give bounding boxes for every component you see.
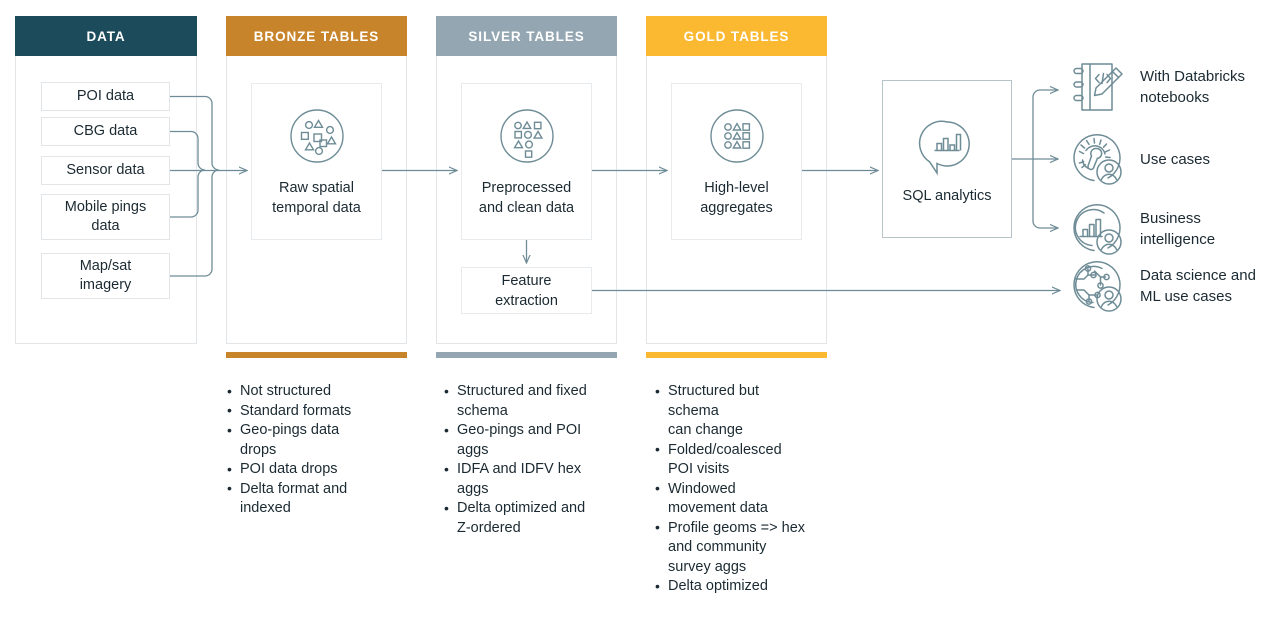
output-label: Use cases	[1140, 150, 1211, 168]
output-label: Business intelligence	[1140, 210, 1216, 248]
source-box-mobile-pings[interactable]: Mobile pings data	[41, 194, 170, 240]
list-item: Structured and fixed schema	[443, 382, 633, 421]
source-box-label: Sensor data	[66, 162, 145, 178]
output-business-intelligence[interactable]: Business intelligence	[1068, 200, 1215, 258]
card-bronze[interactable]: Raw spatial temporal data	[251, 83, 382, 240]
wire-sql-to-bi	[1032, 159, 1058, 228]
column-header-data: DATA	[15, 16, 197, 56]
notebook-code-pencil-icon	[1068, 58, 1128, 116]
list-item: Folded/coalesced POI visits	[654, 440, 844, 480]
source-box-cbg[interactable]: CBG data	[41, 117, 170, 146]
semi-ordered-shapes-icon	[497, 106, 557, 166]
feature-extraction-box[interactable]: Feature extraction	[461, 267, 592, 314]
card-caption: Preprocessed and clean data	[478, 179, 575, 216]
rule-gold	[646, 352, 827, 358]
sql-analytics-box[interactable]: SQL analytics	[882, 80, 1012, 238]
card-caption: Raw spatial temporal data	[272, 179, 361, 216]
card-silver[interactable]: Preprocessed and clean data	[461, 83, 592, 240]
output-label: Data science and ML use cases	[1140, 267, 1256, 305]
output-databricks-notebooks[interactable]: With Databricks notebooks	[1068, 58, 1245, 116]
network-nodes-person-icon	[1068, 257, 1128, 315]
feature-extraction-label: Feature extraction	[495, 272, 558, 309]
chart-bubble-icon	[915, 114, 979, 178]
source-box-label: CBG data	[73, 123, 138, 139]
list-item: Profile geoms => hex and community surve…	[654, 518, 844, 578]
list-item: Windowed movement data	[654, 479, 844, 519]
list-item: Geo-pings and POI aggs	[443, 421, 633, 460]
source-box-label: Map/sat imagery	[79, 258, 132, 293]
column-header-label: DATA	[86, 28, 126, 44]
list-item: Not structured	[226, 382, 411, 402]
wire-sql-to-notebooks	[1032, 90, 1058, 159]
output-use-cases[interactable]: Use cases	[1068, 130, 1210, 188]
source-box-poi[interactable]: POI data	[41, 82, 170, 111]
list-item: Standard formats	[226, 401, 411, 422]
list-item: Delta optimized	[654, 577, 844, 597]
column-header-label: BRONZE TABLES	[253, 28, 380, 44]
diagram-canvas: DATA BRONZE TABLES SILVER TABLES GOLD TA…	[0, 0, 1280, 626]
list-item: Delta optimized and Z-ordered	[443, 499, 633, 538]
list-item: POI data drops	[226, 460, 411, 480]
sql-analytics-label: SQL analytics	[902, 188, 992, 204]
rule-bronze	[226, 352, 407, 358]
column-header-gold: GOLD TABLES	[646, 16, 827, 56]
ordered-shapes-grid-icon	[707, 106, 767, 166]
column-header-bronze: BRONZE TABLES	[226, 16, 407, 56]
column-header-label: SILVER TABLES	[468, 28, 585, 44]
gear-wrench-person-icon	[1068, 130, 1128, 188]
bullet-list-bronze: Not structured Standard formats Geo-ping…	[226, 382, 411, 519]
source-box-label: POI data	[76, 88, 135, 104]
column-header-silver: SILVER TABLES	[436, 16, 617, 56]
bar-chart-person-icon	[1068, 200, 1128, 258]
list-item: Delta format and indexed	[226, 479, 411, 519]
card-caption: High-level aggregates	[700, 179, 773, 216]
source-box-sensor[interactable]: Sensor data	[41, 156, 170, 185]
output-data-science-ml[interactable]: Data science and ML use cases	[1068, 257, 1256, 315]
card-gold[interactable]: High-level aggregates	[671, 83, 802, 240]
output-label: With Databricks notebooks	[1140, 68, 1246, 106]
rule-silver	[436, 352, 617, 358]
source-box-label: Mobile pings data	[64, 199, 147, 234]
bullet-list-gold: Structured but schema can change Folded/…	[654, 382, 844, 597]
scattered-shapes-icon	[287, 106, 347, 166]
column-header-label: GOLD TABLES	[683, 28, 790, 44]
bullet-list-silver: Structured and fixed schema Geo-pings an…	[443, 382, 633, 538]
list-item: IDFA and IDFV hex aggs	[443, 460, 633, 499]
source-box-map-sat[interactable]: Map/sat imagery	[41, 253, 170, 299]
list-item: Structured but schema can change	[654, 382, 844, 441]
list-item: Geo-pings data drops	[226, 421, 411, 460]
